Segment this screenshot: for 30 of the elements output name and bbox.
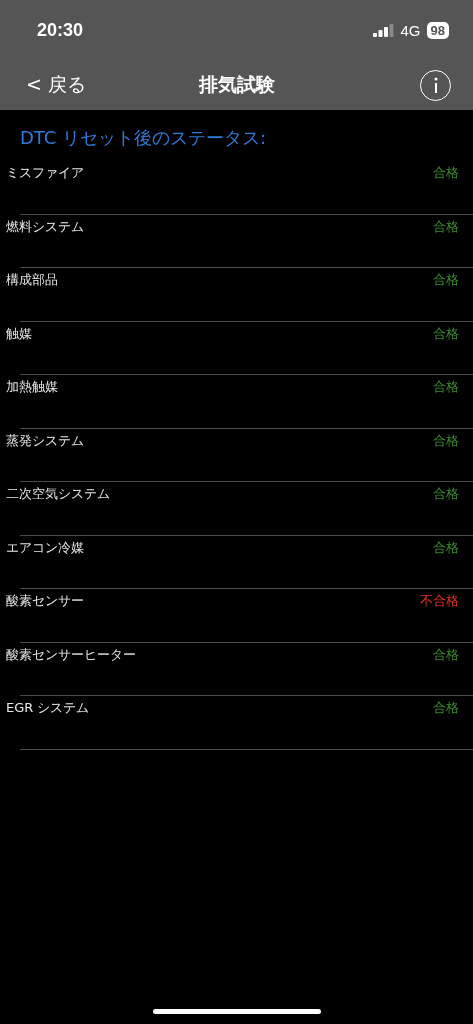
test-name: 燃料システム <box>6 217 84 236</box>
status-time: 20:30 <box>37 19 84 41</box>
test-result: 合格 <box>433 431 459 450</box>
test-name: 加熱触媒 <box>6 378 58 396</box>
screen-title: 排気試験 <box>198 72 275 97</box>
test-result: 合格 <box>433 217 459 236</box>
info-icon <box>432 77 439 93</box>
test-name: EGR システム <box>6 699 90 717</box>
test-result: 合格 <box>433 271 459 289</box>
test-result: 不合格 <box>420 592 459 610</box>
test-name: 蒸発システム <box>6 431 84 450</box>
test-result: 合格 <box>433 699 459 717</box>
test-result: 合格 <box>433 645 459 664</box>
test-name: ミスファイア <box>6 164 84 182</box>
test-name: 二次空気システム <box>6 485 110 503</box>
battery-level: 98 <box>426 21 449 39</box>
signal-icon <box>372 23 395 37</box>
test-name: 酸素センサーヒーター <box>6 645 136 664</box>
test-name: 構成部品 <box>6 271 58 289</box>
test-name: 触媒 <box>6 324 32 343</box>
test-result: 合格 <box>433 378 459 396</box>
network-label: 4G <box>400 21 421 39</box>
back-button[interactable]: < 戻る <box>26 72 86 98</box>
section-heading: DTC リセット後のステータス: <box>19 126 268 150</box>
test-name: 酸素センサー <box>6 592 84 610</box>
test-result: 合格 <box>433 538 459 557</box>
test-result: 合格 <box>433 324 459 343</box>
test-result: 合格 <box>433 164 459 182</box>
test-name: エアコン冷媒 <box>6 538 84 557</box>
test-result: 合格 <box>433 485 459 503</box>
